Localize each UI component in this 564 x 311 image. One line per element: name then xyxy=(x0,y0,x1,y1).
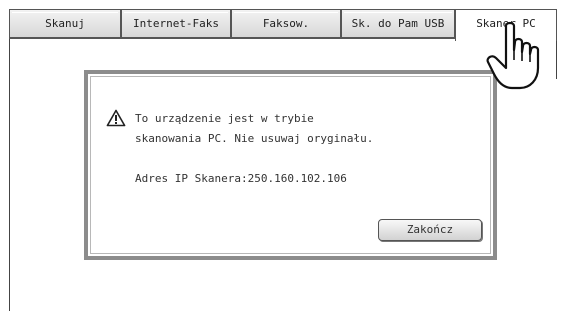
pc-scanner-screen: Skanuj Internet-Faks Faksow. Sk. do Pam … xyxy=(0,0,564,311)
panel-left-border xyxy=(9,37,10,311)
pointing-hand-icon xyxy=(486,21,540,90)
warning-icon xyxy=(106,109,126,127)
dialog-inner-frame: To urządzenie jest w trybie skanowania P… xyxy=(90,76,491,254)
tab-scan[interactable]: Skanuj xyxy=(9,9,121,37)
tab-fax[interactable]: Faksow. xyxy=(231,9,341,37)
scanner-ip-address: Adres IP Skanera:250.160.102.106 xyxy=(135,172,347,185)
scanner-mode-dialog: To urządzenie jest w trybie skanowania P… xyxy=(84,70,497,260)
tab-scan-to-usb[interactable]: Sk. do Pam USB xyxy=(341,9,455,37)
tab-internet-fax[interactable]: Internet-Faks xyxy=(121,9,231,37)
dialog-message-line-2: skanowania PC. Nie usuwaj oryginału. xyxy=(135,132,374,145)
dialog-message-line-1: To urządzenie jest w trybie xyxy=(135,112,314,125)
mode-tabs: Skanuj Internet-Faks Faksow. Sk. do Pam … xyxy=(9,9,557,41)
finish-button[interactable]: Zakończ xyxy=(378,219,482,241)
panel-right-border xyxy=(556,37,557,79)
